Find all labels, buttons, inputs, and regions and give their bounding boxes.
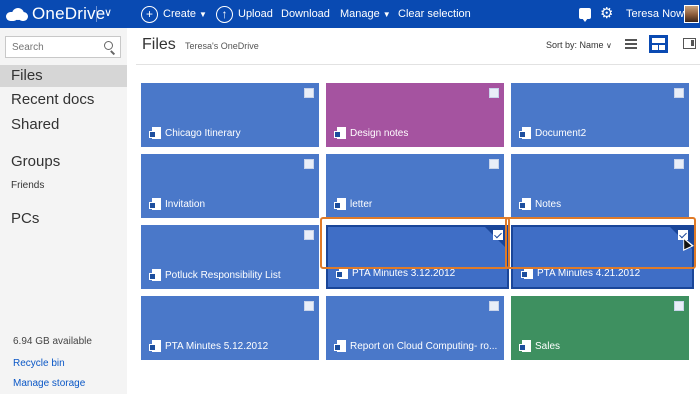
file-tile[interactable]: Notes <box>511 154 689 218</box>
sidebar-item-groups[interactable]: Groups <box>0 151 127 173</box>
sidebar: Files Recent docs Shared Groups Friends … <box>0 28 127 394</box>
sidebar-item-recent-docs[interactable]: Recent docs <box>0 89 127 111</box>
onedrive-logo[interactable]: OneDrive <box>6 0 105 28</box>
highlight-frame <box>505 217 696 269</box>
file-name: Sales <box>535 341 561 352</box>
select-checkbox[interactable] <box>674 88 684 98</box>
file-name: Design notes <box>350 128 409 139</box>
upload-arrow-icon: ↑ <box>216 5 233 23</box>
manage-label: Manage <box>340 8 380 20</box>
document-icon <box>149 127 161 140</box>
file-name: letter <box>350 199 373 210</box>
plus-icon: + <box>141 5 158 23</box>
file-tile[interactable]: Invitation <box>141 154 319 218</box>
file-tile[interactable]: Potluck Responsibility List <box>141 225 319 289</box>
document-icon <box>334 198 346 211</box>
details-pane-icon[interactable] <box>683 38 696 49</box>
select-checkbox[interactable] <box>489 159 499 169</box>
chevron-down-icon: ▼ <box>199 9 207 19</box>
document-icon <box>149 198 161 211</box>
sidebar-item-pcs[interactable]: PCs <box>0 208 127 230</box>
document-icon <box>519 340 531 353</box>
file-name: Chicago Itinerary <box>165 128 241 139</box>
onedrive-cloud-icon <box>6 7 28 21</box>
manage-button[interactable]: Manage ▼ <box>340 0 391 28</box>
breadcrumb[interactable]: Teresa's OneDrive <box>185 41 259 51</box>
list-view-icon[interactable] <box>625 38 637 50</box>
document-icon <box>519 198 531 211</box>
select-checkbox[interactable] <box>674 159 684 169</box>
chevron-down-icon: ∨ <box>606 41 612 50</box>
document-icon <box>149 269 161 282</box>
file-name: PTA Minutes 4.21.2012 <box>537 268 641 279</box>
storage-available: 6.94 GB available <box>13 336 92 347</box>
chevron-down-icon: ▼ <box>382 9 391 19</box>
gear-icon[interactable]: ⚙ <box>600 5 613 22</box>
highlight-frame <box>320 217 510 269</box>
file-name: Invitation <box>165 199 206 210</box>
create-label: Create <box>163 8 197 20</box>
chevron-down-icon[interactable]: ∨ <box>101 4 115 22</box>
select-checkbox[interactable] <box>304 230 314 240</box>
file-name: PTA Minutes 5.12.2012 <box>165 341 269 352</box>
sidebar-item-files[interactable]: Files <box>0 65 127 87</box>
clear-selection-label: Clear selection <box>398 8 471 20</box>
brand-divider <box>96 6 97 22</box>
search-icon[interactable] <box>104 41 113 50</box>
search-input[interactable] <box>12 40 92 54</box>
sidebar-item-friends[interactable]: Friends <box>11 180 44 191</box>
file-tile[interactable]: Report on Cloud Computing- ro... <box>326 296 504 360</box>
file-tile[interactable]: PTA Minutes 5.12.2012 <box>141 296 319 360</box>
sort-by-label: Sort by: Name <box>546 40 604 50</box>
clear-selection-button[interactable]: Clear selection <box>398 0 471 28</box>
thumbnails-view-icon[interactable] <box>649 35 668 53</box>
document-icon <box>334 127 346 140</box>
file-name: Report on Cloud Computing- ro... <box>350 341 498 352</box>
file-name: PTA Minutes 3.12.2012 <box>352 268 456 279</box>
file-name: Potluck Responsibility List <box>165 270 281 281</box>
recycle-bin-link[interactable]: Recycle bin <box>13 358 65 369</box>
file-tile[interactable]: letter <box>326 154 504 218</box>
upload-label: Upload <box>238 8 273 20</box>
upload-button[interactable]: ↑ Upload <box>216 0 273 28</box>
file-name: Notes <box>535 199 562 210</box>
page-title: Files <box>142 36 176 53</box>
select-checkbox[interactable] <box>304 88 314 98</box>
top-bar: OneDrive ∨ + Create ▼ ↑ Upload Download … <box>0 0 700 28</box>
sort-by-dropdown[interactable]: Sort by: Name ∨ <box>546 40 612 50</box>
document-icon <box>519 127 531 140</box>
brand-name: OneDrive <box>32 4 106 23</box>
file-tile[interactable]: Document2 <box>511 83 689 147</box>
avatar[interactable] <box>684 5 699 23</box>
file-name: Document2 <box>535 128 587 139</box>
file-tile[interactable]: Sales <box>511 296 689 360</box>
select-checkbox[interactable] <box>489 88 499 98</box>
search-box <box>5 36 121 58</box>
document-icon <box>149 340 161 353</box>
file-tile[interactable]: Design notes <box>326 83 504 147</box>
sidebar-item-shared[interactable]: Shared <box>0 114 127 136</box>
file-tile[interactable]: Chicago Itinerary <box>141 83 319 147</box>
manage-storage-link[interactable]: Manage storage <box>13 378 85 389</box>
download-label: Download <box>281 8 330 20</box>
create-button[interactable]: + Create ▼ <box>141 0 207 28</box>
select-checkbox[interactable] <box>304 159 314 169</box>
download-button[interactable]: Download <box>281 0 330 28</box>
divider <box>136 64 700 65</box>
select-checkbox[interactable] <box>304 301 314 311</box>
notifications-icon[interactable] <box>579 8 591 22</box>
select-checkbox[interactable] <box>674 301 684 311</box>
document-icon <box>334 340 346 353</box>
select-checkbox[interactable] <box>489 301 499 311</box>
